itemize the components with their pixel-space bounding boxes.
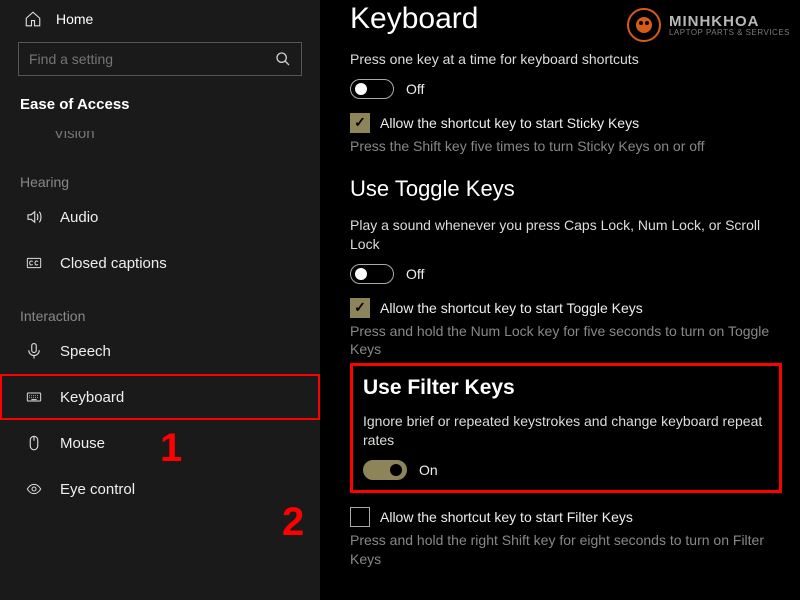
sidebar-item-eye-control[interactable]: Eye control xyxy=(0,466,320,512)
toggle-keys-toggle[interactable] xyxy=(350,264,394,284)
sidebar-group-hearing: Hearing xyxy=(0,152,320,194)
search-icon xyxy=(275,51,291,67)
filter-keys-shortcut-label: Allow the shortcut key to start Filter K… xyxy=(380,509,633,525)
sticky-keys-shortcut-checkbox[interactable] xyxy=(350,113,370,133)
sidebar-item-audio[interactable]: Audio xyxy=(0,194,320,240)
mic-icon xyxy=(24,342,44,360)
sidebar-item-label: Audio xyxy=(60,209,98,226)
filter-keys-shortcut-checkbox[interactable] xyxy=(350,507,370,527)
sticky-keys-toggle[interactable] xyxy=(350,79,394,99)
section-toggle-keys: Use Toggle Keys Play a sound whenever yo… xyxy=(350,176,782,360)
home-label: Home xyxy=(56,11,93,27)
sidebar-item-label: Closed captions xyxy=(60,255,167,272)
mouse-icon xyxy=(24,434,44,452)
sidebar-group-interaction: Interaction xyxy=(0,286,320,328)
sidebar-item-label: Keyboard xyxy=(60,389,124,406)
sidebar-item-closed-captions[interactable]: Closed captions xyxy=(0,240,320,286)
filter-keys-desc: Ignore brief or repeated keystrokes and … xyxy=(363,412,769,450)
filter-keys-heading: Use Filter Keys xyxy=(363,376,769,400)
toggle-keys-desc: Play a sound whenever you press Caps Loc… xyxy=(350,216,782,254)
filter-keys-hint: Press and hold the right Shift key for e… xyxy=(350,531,782,569)
watermark-name: MINHKHOA xyxy=(669,14,790,29)
captions-icon xyxy=(24,254,44,272)
sticky-keys-hint: Press the Shift key five times to turn S… xyxy=(350,137,782,156)
section-sticky-keys: Press one key at a time for keyboard sho… xyxy=(350,50,782,156)
settings-content: MINHKHOA LAPTOP PARTS & SERVICES Keyboar… xyxy=(320,0,800,600)
sidebar-category: Ease of Access xyxy=(0,90,320,131)
toggle-keys-hint: Press and hold the Num Lock key for five… xyxy=(350,322,782,360)
annotation-1: 1 xyxy=(160,426,182,471)
search-box[interactable] xyxy=(18,42,302,76)
toggle-keys-toggle-label: Off xyxy=(406,266,424,282)
filter-keys-toggle-label: On xyxy=(419,462,438,478)
section-filter-keys-highlighted: Use Filter Keys Ignore brief or repeated… xyxy=(350,363,782,493)
toggle-keys-shortcut-checkbox[interactable] xyxy=(350,298,370,318)
search-input[interactable] xyxy=(29,51,275,67)
keyboard-icon xyxy=(24,388,44,406)
sidebar-item-label: Eye control xyxy=(60,481,135,498)
settings-sidebar: Home Ease of Access Vision Hearing Audio xyxy=(0,0,320,600)
watermark: MINHKHOA LAPTOP PARTS & SERVICES xyxy=(627,8,790,42)
eye-icon xyxy=(24,480,44,498)
sidebar-item-speech[interactable]: Speech xyxy=(0,328,320,374)
watermark-tag: LAPTOP PARTS & SERVICES xyxy=(669,29,790,37)
speaker-icon xyxy=(24,208,44,226)
sticky-keys-desc: Press one key at a time for keyboard sho… xyxy=(350,50,782,69)
annotation-2: 2 xyxy=(282,500,304,545)
toggle-keys-shortcut-label: Allow the shortcut key to start Toggle K… xyxy=(380,300,643,316)
home-icon xyxy=(24,10,42,28)
home-link[interactable]: Home xyxy=(0,0,320,36)
sidebar-item-label: Speech xyxy=(60,343,111,360)
sidebar-item-vision-partial[interactable]: Vision xyxy=(0,131,320,152)
sidebar-item-keyboard[interactable]: Keyboard xyxy=(0,374,320,420)
sticky-keys-toggle-label: Off xyxy=(406,81,424,97)
toggle-keys-heading: Use Toggle Keys xyxy=(350,176,782,202)
filter-keys-toggle[interactable] xyxy=(363,460,407,480)
sticky-keys-shortcut-label: Allow the shortcut key to start Sticky K… xyxy=(380,115,639,131)
brand-logo-icon xyxy=(627,8,661,42)
sidebar-item-label: Mouse xyxy=(60,435,105,452)
